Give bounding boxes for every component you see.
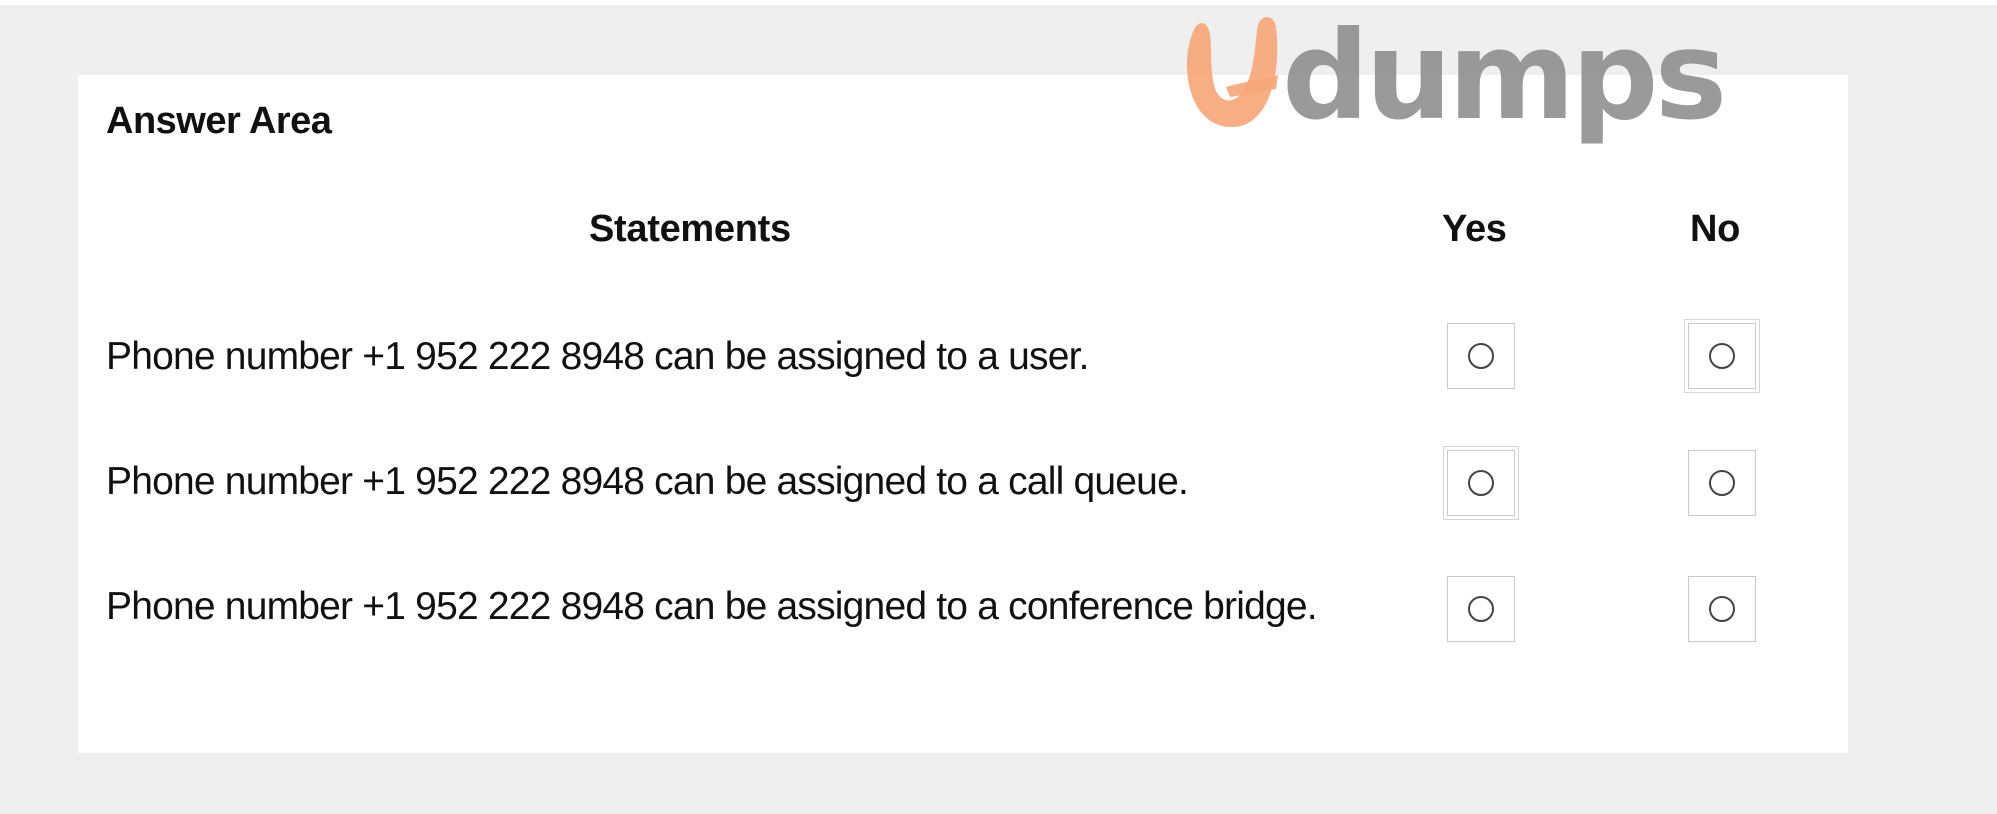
vdumps-watermark: dumps [1170, 5, 1770, 155]
watermark-brand-text: dumps [1282, 5, 1727, 147]
v-logo-icon [1186, 16, 1278, 128]
radio-circle-icon [1468, 343, 1494, 369]
radio-circle-icon [1709, 596, 1735, 622]
answer-area-title: Answer Area [106, 100, 332, 142]
radio-circle-icon [1468, 470, 1494, 496]
radio-circle-icon [1709, 343, 1735, 369]
statement-2-text: Phone number +1 952 222 8948 can be assi… [106, 460, 1189, 503]
statement-2-no-radio[interactable] [1688, 450, 1756, 516]
radio-circle-icon [1468, 596, 1494, 622]
statement-1-text: Phone number +1 952 222 8948 can be assi… [106, 335, 1090, 378]
statements-header: Statements [589, 208, 791, 250]
no-header: No [1690, 208, 1741, 250]
statement-3-yes-radio[interactable] [1447, 576, 1515, 642]
statement-1-yes-radio[interactable] [1447, 323, 1515, 389]
answer-area-panel [78, 75, 1848, 753]
statement-2-yes-radio[interactable] [1443, 446, 1519, 520]
statement-1-no-radio[interactable] [1684, 319, 1760, 393]
statement-3-text: Phone number +1 952 222 8948 can be assi… [106, 585, 1318, 628]
statement-3-no-radio[interactable] [1688, 576, 1756, 642]
radio-circle-icon [1709, 470, 1735, 496]
yes-header: Yes [1442, 208, 1507, 250]
